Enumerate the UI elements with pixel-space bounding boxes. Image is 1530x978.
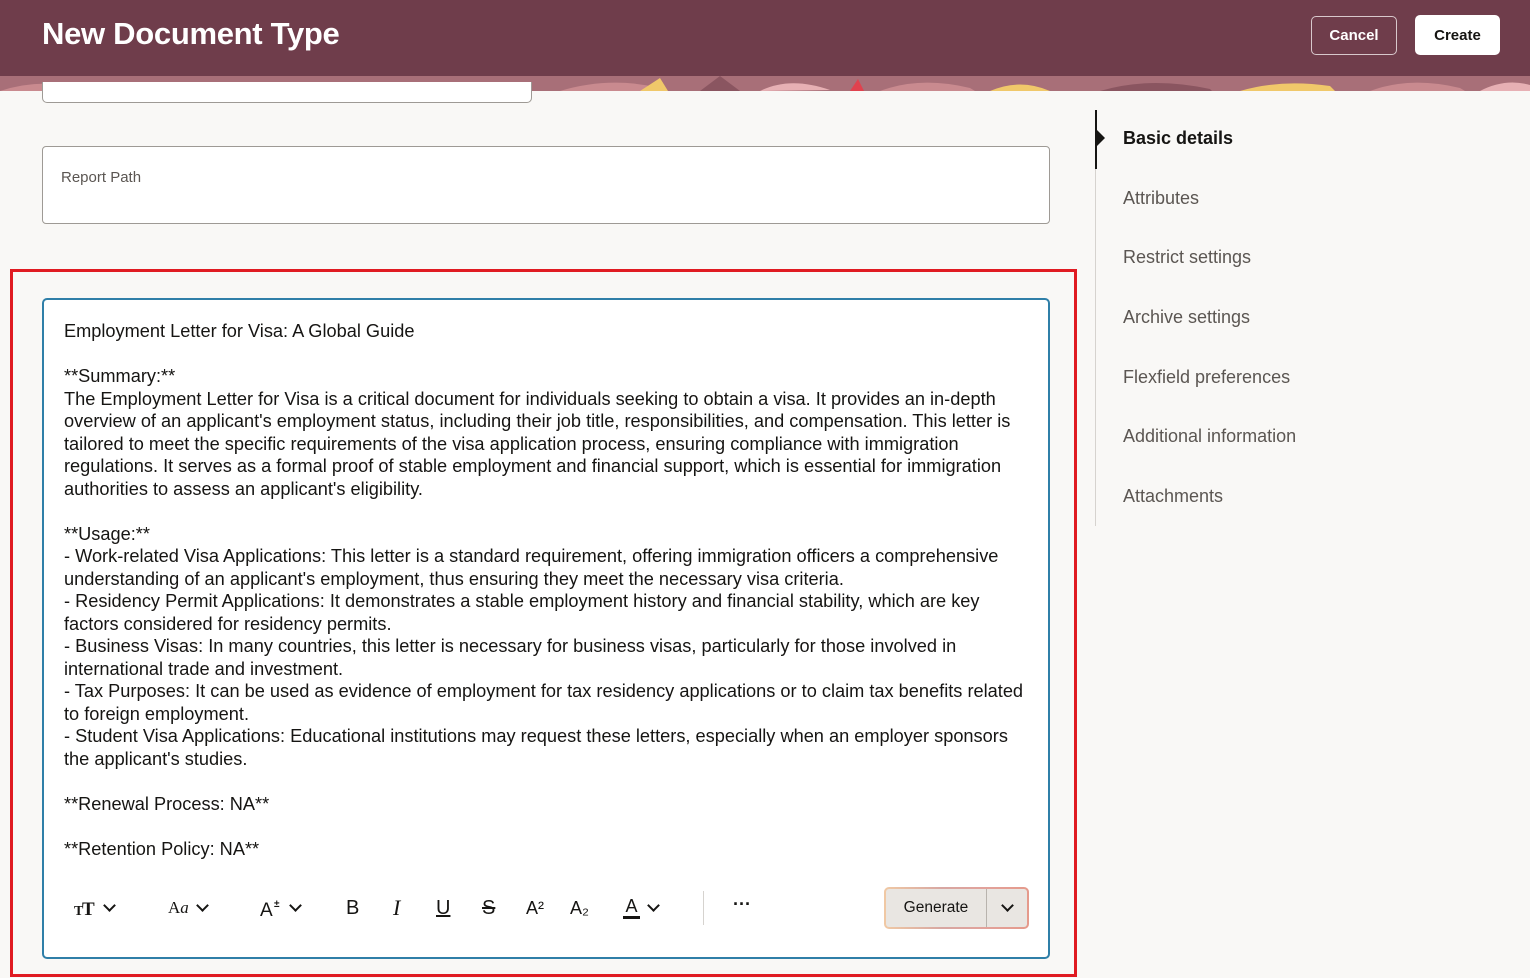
generate-split-button: Generate bbox=[884, 887, 1029, 929]
nav-item-attributes[interactable]: Attributes bbox=[1123, 188, 1199, 209]
nav-item-additional-information[interactable]: Additional information bbox=[1123, 426, 1296, 447]
cancel-button[interactable]: Cancel bbox=[1311, 16, 1397, 55]
nav-item-restrict-settings[interactable]: Restrict settings bbox=[1123, 247, 1251, 268]
toolbar-divider bbox=[703, 891, 704, 925]
italic-button[interactable]: I bbox=[393, 886, 400, 930]
text-color-icon: A bbox=[623, 897, 640, 919]
chevron-down-icon bbox=[289, 899, 302, 912]
font-family-dropdown[interactable]: Aa bbox=[168, 886, 209, 930]
chevron-down-icon bbox=[647, 899, 660, 912]
subscript-button[interactable]: A₂ bbox=[570, 886, 589, 930]
chevron-down-icon bbox=[195, 899, 209, 912]
svg-text:±: ± bbox=[274, 899, 280, 910]
font-family-icon: Aa bbox=[168, 898, 189, 917]
description-editor[interactable]: Employment Letter for Visa: A Global Gui… bbox=[42, 298, 1050, 959]
font-size-dropdown[interactable]: A ± bbox=[260, 886, 302, 930]
previous-field-input[interactable] bbox=[42, 82, 532, 103]
font-size-icon: A ± bbox=[260, 899, 280, 918]
editor-toolbar: T T Aa A ± B I U S A² A₂ A ··· Generate bbox=[44, 886, 1048, 930]
strikethrough-button[interactable]: S bbox=[482, 886, 495, 930]
text-style-dropdown[interactable]: T T bbox=[74, 886, 116, 930]
superscript-button[interactable]: A² bbox=[526, 886, 544, 930]
page-header: New Document Type Cancel Create bbox=[0, 0, 1530, 91]
nav-item-basic-details[interactable]: Basic details bbox=[1123, 128, 1233, 149]
svg-text:A: A bbox=[260, 900, 273, 918]
more-options-button[interactable]: ··· bbox=[733, 882, 751, 926]
generate-dropdown-button[interactable] bbox=[987, 889, 1027, 927]
report-path-label: Report Path bbox=[61, 169, 142, 186]
nav-item-archive-settings[interactable]: Archive settings bbox=[1123, 307, 1250, 328]
caret-right-icon bbox=[1095, 128, 1105, 148]
report-path-field[interactable]: Report Path bbox=[42, 146, 1050, 224]
create-button[interactable]: Create bbox=[1415, 15, 1500, 55]
page-title: New Document Type bbox=[42, 16, 340, 51]
chevron-down-icon bbox=[1000, 899, 1014, 912]
text-color-dropdown[interactable]: A bbox=[623, 886, 660, 930]
nav-item-flexfield-preferences[interactable]: Flexfield preferences bbox=[1123, 367, 1290, 388]
section-navigation: Basic details Attributes Restrict settin… bbox=[1095, 110, 1395, 526]
svg-text:T: T bbox=[82, 899, 95, 917]
chevron-down-icon bbox=[103, 899, 116, 912]
editor-content[interactable]: Employment Letter for Visa: A Global Gui… bbox=[64, 320, 1034, 860]
text-size-icon: T T bbox=[74, 899, 95, 917]
underline-button[interactable]: U bbox=[436, 886, 450, 930]
nav-item-attachments[interactable]: Attachments bbox=[1123, 486, 1223, 507]
generate-button[interactable]: Generate bbox=[886, 889, 987, 927]
bold-button[interactable]: B bbox=[346, 886, 359, 930]
